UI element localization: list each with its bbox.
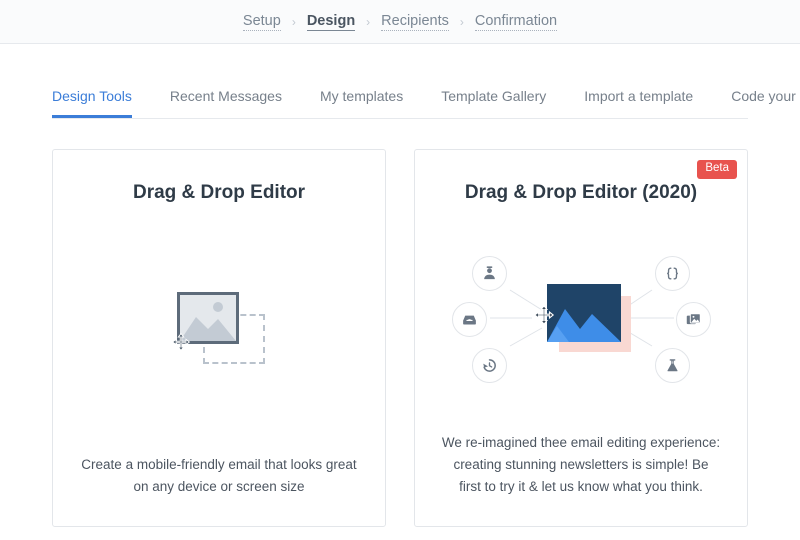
node-gallery[interactable] [676, 302, 711, 337]
tab-template-gallery[interactable]: Template Gallery [441, 80, 546, 118]
chevron-right-icon: › [459, 14, 464, 29]
status-badge: Beta [697, 160, 737, 179]
flask-icon [667, 359, 678, 372]
node-code[interactable] [655, 256, 690, 291]
node-inbox[interactable] [452, 302, 487, 337]
breadcrumb-step-setup[interactable]: Setup [242, 13, 281, 31]
tab-design-tools[interactable]: Design Tools [52, 80, 132, 118]
breadcrumb-bar: Setup › Design › Recipients › Confirmati… [0, 0, 800, 44]
move-cursor-icon[interactable] [533, 304, 555, 326]
breadcrumb: Setup › Design › Recipients › Confirmati… [242, 13, 558, 31]
tab-my-templates[interactable]: My templates [320, 80, 403, 118]
tab-bar: Design Tools Recent Messages My template… [52, 80, 800, 119]
tab-recent-messages[interactable]: Recent Messages [170, 80, 282, 118]
move-cursor-icon [171, 332, 191, 352]
card-description: Create a mobile-friendly email that look… [81, 457, 357, 494]
inbox-icon [463, 315, 476, 325]
new-editor-illustration [450, 248, 712, 388]
history-icon [483, 359, 496, 372]
card-drag-and-drop-editor[interactable]: Drag & Drop Editor Create a mobile-frien… [52, 149, 386, 527]
card-title: Drag & Drop Editor [132, 182, 306, 203]
chevron-right-icon: › [366, 14, 371, 29]
breadcrumb-step-recipients[interactable]: Recipients [381, 13, 449, 31]
photo-tile [547, 284, 621, 342]
user-icon [484, 266, 495, 280]
code-braces-icon [667, 267, 678, 280]
breadcrumb-step-confirmation[interactable]: Confirmation [474, 13, 558, 31]
drag-drop-image-illustration [171, 292, 267, 366]
card-illustration [415, 204, 747, 432]
chevron-right-icon: › [291, 14, 296, 29]
card-illustration [53, 204, 385, 454]
card-drag-and-drop-editor-2020[interactable]: Beta Drag & Drop Editor (2020) We re-ima… [414, 149, 748, 527]
tab-code-your-own[interactable]: Code your own [731, 80, 800, 118]
tabs-container: Design Tools Recent Messages My template… [0, 80, 800, 119]
tab-import-a-template[interactable]: Import a template [584, 80, 693, 118]
node-user[interactable] [472, 256, 507, 291]
card-description: We re-imagined thee email editing experi… [441, 435, 721, 494]
image-gallery-icon [686, 313, 701, 325]
node-history[interactable] [472, 348, 507, 383]
editor-options: Drag & Drop Editor Create a mobile-frien… [0, 149, 800, 527]
card-title: Drag & Drop Editor (2020) [464, 182, 698, 203]
breadcrumb-step-design[interactable]: Design [306, 13, 356, 31]
center-photo-block [533, 284, 631, 352]
node-lab[interactable] [655, 348, 690, 383]
mountain-photo-glyph [547, 284, 621, 342]
